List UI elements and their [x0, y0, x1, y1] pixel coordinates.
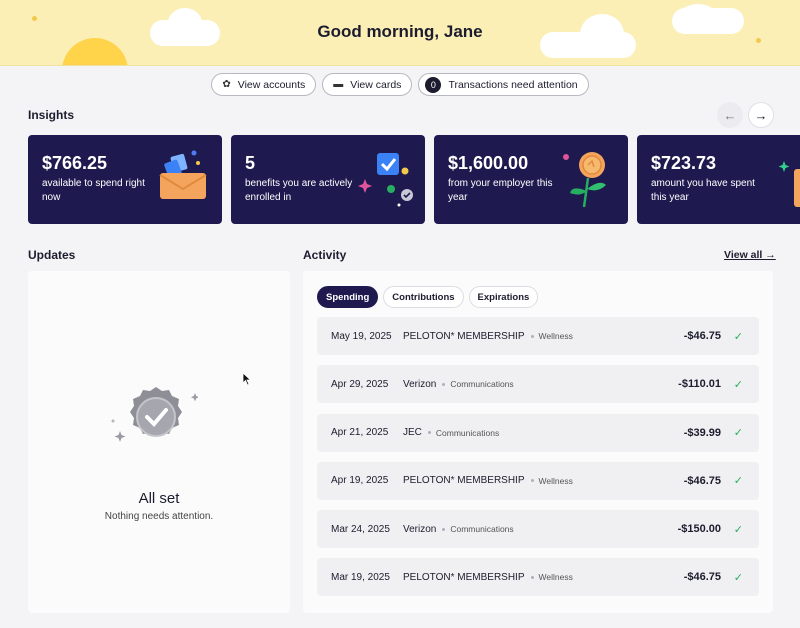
transaction-category: Wellness — [538, 475, 573, 486]
transaction-row[interactable]: Apr 29, 2025 Verizon Communications -$11… — [317, 365, 759, 404]
transaction-merchant: JEC — [403, 427, 422, 439]
carousel-prev-button[interactable]: ← — [717, 102, 743, 128]
insight-amount: $766.25 — [42, 153, 108, 173]
transaction-category: Communications — [435, 427, 500, 438]
transaction-row[interactable]: Apr 19, 2025 PELOTON* MEMBERSHIP Wellnes… — [317, 461, 759, 500]
insight-card[interactable]: $1,600.00 from your employer this year — [434, 135, 628, 224]
check-icon: ✓ — [733, 330, 743, 343]
insights-title: Insights — [28, 108, 75, 122]
insight-amount: 5 — [245, 153, 256, 173]
empty-state-subtitle: Nothing needs attention. — [104, 511, 214, 522]
transaction-merchant: PELOTON* MEMBERSHIP — [403, 571, 525, 583]
insight-amount: $1,600.00 — [448, 153, 529, 173]
transaction-merchant: PELOTON* MEMBERSHIP — [403, 330, 525, 342]
insight-card[interactable]: 5 benefits you are actively enrolled in — [231, 135, 425, 224]
separator-dot — [530, 479, 534, 483]
view-accounts-button[interactable]: ✿ View accounts — [211, 73, 317, 96]
verified-seal-icon — [111, 387, 198, 442]
sun-illustration — [62, 38, 128, 65]
transaction-amount: -$150.00 — [677, 523, 721, 536]
transaction-amount: -$46.75 — [683, 571, 721, 584]
transaction-category: Communications — [450, 524, 514, 535]
view-accounts-label: View accounts — [237, 78, 306, 91]
transaction-amount: -$110.01 — [678, 378, 721, 391]
transaction-date: May 19, 2025 — [331, 330, 392, 342]
card-icon: ▬ — [333, 79, 344, 90]
quick-actions: ✿ View accounts ▬ View cards 0 Transacti… — [0, 73, 800, 96]
insight-description: amount you have spent this year — [651, 178, 755, 203]
envelope-icon — [159, 150, 207, 199]
insight-description: available to spend right now — [42, 178, 145, 203]
view-cards-button[interactable]: ▬ View cards — [322, 73, 413, 96]
insight-card[interactable]: $723.73 amount you have spent this year — [637, 135, 800, 224]
transactions-attention-button[interactable]: 0 Transactions need attention — [418, 73, 589, 96]
check-icon: ✓ — [733, 378, 743, 391]
transaction-merchant: Verizon — [403, 378, 437, 390]
separator-dot — [427, 431, 431, 435]
transaction-date: Apr 21, 2025 — [331, 427, 389, 439]
checkbox-icon — [358, 153, 413, 207]
transaction-category: Wellness — [538, 331, 573, 341]
empty-state-title: All set — [138, 490, 180, 507]
shopping-bag-icon — [778, 161, 800, 207]
check-icon: ✓ — [733, 475, 743, 488]
transaction-category: Wellness — [538, 572, 573, 583]
transaction-row[interactable]: Mar 24, 2025 Verizon Communications -$15… — [317, 510, 759, 549]
greeting-banner: Good morning, Jane — [0, 0, 800, 66]
page-title: Good morning, Jane — [317, 22, 483, 41]
transaction-amount: -$46.75 — [683, 330, 721, 342]
updates-panel: All set Nothing needs attention. — [28, 271, 290, 613]
insight-description: from your employer this year — [448, 178, 553, 203]
attention-count-badge: 0 — [425, 76, 442, 93]
transaction-date: Apr 19, 2025 — [331, 475, 389, 487]
transaction-row[interactable]: May 19, 2025 PELOTON* MEMBERSHIP Wellnes… — [317, 317, 759, 355]
tab-spending[interactable]: Spending — [317, 286, 379, 308]
plant-icon: ✿ — [222, 79, 231, 90]
arrow-left-icon: ← — [723, 107, 737, 123]
arrow-right-icon: → — [754, 107, 768, 123]
carousel-next-button[interactable]: → — [748, 102, 774, 128]
view-cards-label: View cards — [350, 78, 402, 91]
transaction-row[interactable]: Apr 21, 2025 JEC Communications -$39.99 … — [317, 413, 759, 452]
transaction-amount: -$39.99 — [683, 426, 721, 439]
tab-contributions[interactable]: Contributions — [383, 286, 464, 308]
insight-card[interactable]: $766.25 available to spend right now — [28, 135, 222, 224]
coin-flower-icon — [563, 152, 606, 208]
transactions-attention-label: Transactions need attention — [448, 78, 578, 91]
transaction-list: May 19, 2025 PELOTON* MEMBERSHIP Wellnes… — [317, 317, 759, 607]
separator-dot — [530, 575, 534, 579]
separator-dot — [442, 527, 446, 531]
insight-description: benefits you are actively enrolled in — [245, 178, 353, 203]
transaction-category: Communications — [450, 379, 514, 390]
transaction-date: Apr 29, 2025 — [331, 378, 389, 390]
transaction-date: Mar 19, 2025 — [331, 571, 390, 583]
transaction-date: Mar 24, 2025 — [331, 523, 390, 535]
separator-dot — [442, 382, 446, 386]
activity-tabs: Spending Contributions Expirations — [317, 286, 539, 308]
updates-title: Updates — [28, 248, 76, 262]
transaction-merchant: PELOTON* MEMBERSHIP — [403, 475, 525, 487]
view-all-link[interactable]: View all → — [724, 249, 776, 261]
check-icon: ✓ — [733, 571, 743, 584]
mouse-cursor-icon — [242, 372, 252, 386]
activity-panel: Spending Contributions Expirations May 1… — [303, 271, 773, 613]
transaction-merchant: Verizon — [403, 523, 437, 535]
check-icon: ✓ — [733, 427, 743, 440]
sparkle-icon — [32, 16, 37, 21]
insight-amount: $723.73 — [651, 153, 717, 173]
transaction-row[interactable]: Mar 19, 2025 PELOTON* MEMBERSHIP Wellnes… — [317, 558, 759, 597]
separator-dot — [530, 334, 534, 338]
tab-expirations[interactable]: Expirations — [468, 286, 539, 308]
activity-title: Activity — [303, 248, 347, 262]
transaction-amount: -$46.75 — [683, 474, 721, 487]
check-icon: ✓ — [733, 523, 743, 536]
